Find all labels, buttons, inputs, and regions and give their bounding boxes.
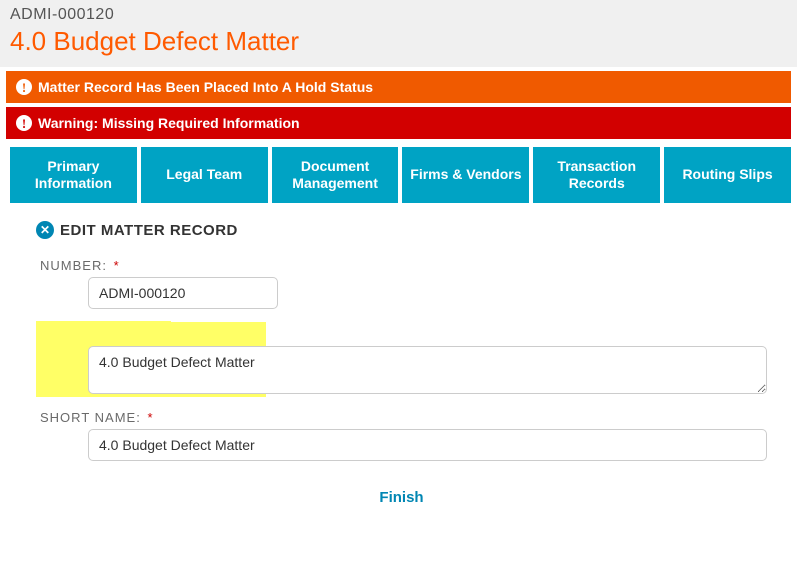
number-label: NUMBER: * — [36, 258, 120, 273]
alert-missing-text: Warning: Missing Required Information — [38, 115, 300, 131]
section-title: EDIT MATTER RECORD — [60, 222, 238, 239]
finish-row: Finish — [36, 489, 767, 506]
alert-hold-status: ! Matter Record Has Been Placed Into A H… — [6, 71, 791, 103]
formal-name-input[interactable]: 4.0 Budget Defect Matter — [88, 346, 767, 394]
number-input[interactable] — [88, 277, 278, 309]
finish-button[interactable]: Finish — [379, 489, 423, 506]
tab-legal-team[interactable]: Legal Team — [141, 147, 268, 203]
tab-routing-slips[interactable]: Routing Slips — [664, 147, 791, 203]
short-name-label-text: SHORT NAME: — [40, 410, 141, 425]
field-number: NUMBER: * — [36, 257, 767, 309]
alert-hold-text: Matter Record Has Been Placed Into A Hol… — [38, 79, 373, 95]
field-formal-name: FORMAL NAME: * 4.0 Budget Defect Matter — [36, 321, 767, 397]
close-icon[interactable]: ✕ — [36, 221, 54, 239]
short-name-input[interactable] — [88, 429, 767, 461]
tab-firms-vendors[interactable]: Firms & Vendors — [402, 147, 529, 203]
matter-title: 4.0 Budget Defect Matter — [10, 26, 787, 57]
field-short-name: SHORT NAME: * — [36, 409, 767, 461]
alert-missing-info: ! Warning: Missing Required Information — [6, 107, 791, 139]
short-name-label: SHORT NAME: * — [36, 410, 154, 425]
exclamation-icon: ! — [16, 115, 32, 131]
section-header: ✕ EDIT MATTER RECORD — [36, 221, 767, 239]
tab-transaction-records[interactable]: Transaction Records — [533, 147, 660, 203]
matter-number: ADMI-000120 — [10, 6, 787, 24]
required-mark: * — [114, 258, 120, 273]
page-header: ADMI-000120 4.0 Budget Defect Matter — [0, 0, 797, 67]
form-content: ✕ EDIT MATTER RECORD NUMBER: * FORMAL NA… — [0, 203, 797, 526]
tab-bar: Primary Information Legal Team Document … — [0, 143, 797, 203]
tab-primary-information[interactable]: Primary Information — [10, 147, 137, 203]
required-mark: * — [147, 410, 153, 425]
exclamation-icon: ! — [16, 79, 32, 95]
tab-document-management[interactable]: Document Management — [272, 147, 399, 203]
number-label-text: NUMBER: — [40, 258, 107, 273]
